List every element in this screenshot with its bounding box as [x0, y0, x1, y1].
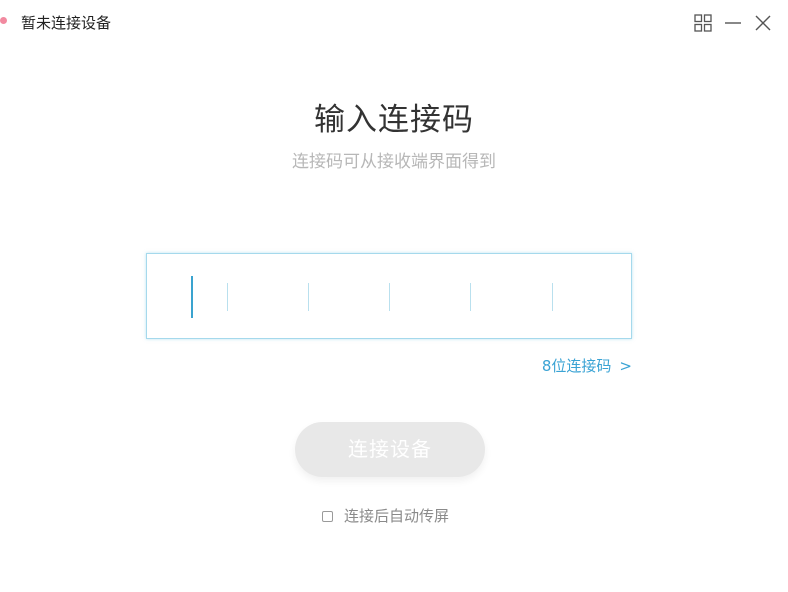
connection-status-dot: [0, 17, 7, 24]
chevron-right-icon: >: [619, 357, 632, 375]
eight-digit-code-label: 8位连接码: [541, 357, 612, 375]
window-controls: [684, 12, 774, 34]
layout-button[interactable]: [692, 12, 714, 34]
window-title: 暂未连接设备: [21, 14, 112, 32]
eight-digit-code-link[interactable]: 8位连接码 >: [542, 355, 632, 377]
close-button[interactable]: [752, 12, 774, 34]
auto-cast-label: 连接后自动传屏: [344, 507, 450, 525]
page-subtitle: 连接码可从接收端界面得到: [292, 152, 496, 172]
connect-device-button[interactable]: 连接设备: [295, 422, 485, 477]
minimize-button[interactable]: [722, 12, 744, 34]
page-title: 输入连接码: [314, 102, 474, 138]
connection-code-input[interactable]: [147, 254, 635, 340]
title-bar[interactable]: 暂未连接设备: [0, 0, 788, 46]
auto-cast-option[interactable]: 连接后自动传屏: [322, 505, 449, 527]
grid-icon: [694, 14, 712, 32]
auto-cast-checkbox[interactable]: [322, 510, 333, 522]
minimize-icon: [725, 22, 741, 24]
app-window: 暂未连接设备 输入连接码 连接码可从接收端界面得到 8位连接码 > 连接设备 连…: [0, 0, 788, 592]
close-icon: [755, 15, 771, 31]
connection-code-box[interactable]: [146, 253, 635, 340]
